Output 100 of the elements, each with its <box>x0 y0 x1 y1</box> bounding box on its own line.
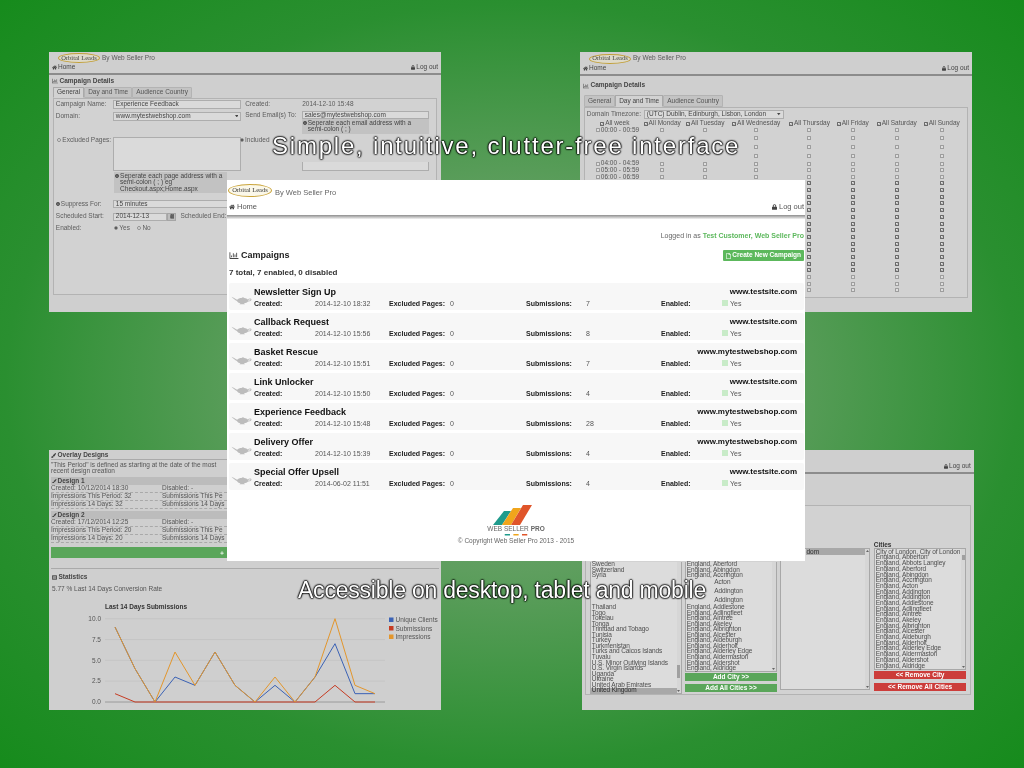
add-design-button[interactable] <box>51 547 227 559</box>
checkbox[interactable] <box>807 214 812 219</box>
checkbox[interactable] <box>939 161 944 166</box>
checkbox[interactable] <box>703 174 708 179</box>
checkbox[interactable] <box>939 188 944 193</box>
checkbox[interactable] <box>754 153 759 158</box>
checkbox[interactable] <box>850 168 855 173</box>
checkbox[interactable] <box>850 281 855 286</box>
scrollbar[interactable] <box>772 561 776 672</box>
radio-button[interactable] <box>136 225 141 230</box>
checkbox[interactable] <box>595 168 600 173</box>
checkbox[interactable] <box>894 174 899 179</box>
checkbox[interactable] <box>807 241 812 246</box>
checkbox[interactable] <box>807 135 812 140</box>
checkbox[interactable] <box>894 168 899 173</box>
checkbox[interactable] <box>939 268 944 273</box>
checkbox[interactable] <box>754 174 759 179</box>
campaign-name[interactable]: Experience Feedback <box>254 407 347 417</box>
checkbox[interactable] <box>595 161 600 166</box>
checkbox[interactable] <box>807 201 812 206</box>
checkbox[interactable] <box>850 288 855 293</box>
checkbox[interactable] <box>894 135 899 140</box>
checkbox[interactable] <box>850 181 855 186</box>
checkbox[interactable] <box>939 254 944 259</box>
checkbox[interactable] <box>876 121 881 126</box>
checkbox[interactable] <box>807 194 812 199</box>
checkbox[interactable] <box>894 214 899 219</box>
checkbox[interactable] <box>850 161 855 166</box>
checkbox[interactable] <box>939 168 944 173</box>
checkbox[interactable] <box>807 188 812 193</box>
checkbox[interactable] <box>807 281 812 286</box>
checkbox[interactable] <box>939 248 944 253</box>
checkbox[interactable] <box>807 208 812 213</box>
checkbox[interactable] <box>939 228 944 233</box>
checkbox[interactable] <box>660 168 665 173</box>
checkbox[interactable] <box>643 121 648 126</box>
checkbox[interactable] <box>807 228 812 233</box>
checkbox[interactable] <box>685 121 690 126</box>
checkbox[interactable] <box>850 188 855 193</box>
checkbox[interactable] <box>850 174 855 179</box>
checkbox[interactable] <box>836 121 841 126</box>
checkbox[interactable] <box>807 268 812 273</box>
checkbox[interactable] <box>939 214 944 219</box>
checkbox[interactable] <box>894 288 899 293</box>
checkbox[interactable] <box>939 288 944 293</box>
checkbox[interactable] <box>894 248 899 253</box>
checkbox[interactable] <box>754 161 759 166</box>
calendar-button[interactable] <box>167 212 177 221</box>
checkbox[interactable] <box>939 261 944 266</box>
checkbox[interactable] <box>850 221 855 226</box>
checkbox[interactable] <box>703 161 708 166</box>
checkbox[interactable] <box>754 128 759 132</box>
checkbox[interactable] <box>939 275 944 280</box>
campaign-name[interactable]: Basket Rescue <box>254 347 319 357</box>
checkbox[interactable] <box>807 128 812 132</box>
checkbox[interactable] <box>894 194 899 199</box>
checkbox[interactable] <box>807 261 812 266</box>
checkbox[interactable] <box>939 153 944 158</box>
checkbox[interactable] <box>660 174 665 179</box>
checkbox[interactable] <box>850 135 855 140</box>
checkbox[interactable] <box>939 135 944 140</box>
checkbox[interactable] <box>703 168 708 173</box>
checkbox[interactable] <box>703 128 708 132</box>
checkbox[interactable] <box>939 144 944 149</box>
checkbox[interactable] <box>894 241 899 246</box>
checkbox[interactable] <box>807 254 812 259</box>
checkbox[interactable] <box>894 188 899 193</box>
checkbox[interactable] <box>807 168 812 173</box>
checkbox[interactable] <box>850 254 855 259</box>
checkbox[interactable] <box>894 254 899 259</box>
checkbox[interactable] <box>894 268 899 273</box>
checkbox[interactable] <box>850 208 855 213</box>
checkbox[interactable] <box>894 228 899 233</box>
checkbox[interactable] <box>850 248 855 253</box>
checkbox[interactable] <box>939 221 944 226</box>
checkbox[interactable] <box>939 201 944 206</box>
checkbox[interactable] <box>850 275 855 280</box>
checkbox[interactable] <box>939 241 944 246</box>
checkbox[interactable] <box>807 181 812 186</box>
checkbox[interactable] <box>788 121 793 126</box>
checkbox[interactable] <box>807 288 812 293</box>
checkbox[interactable] <box>894 144 899 149</box>
checkbox[interactable] <box>894 234 899 239</box>
checkbox[interactable] <box>754 144 759 149</box>
checkbox[interactable] <box>595 128 600 132</box>
checkbox[interactable] <box>923 121 928 126</box>
checkbox[interactable] <box>595 174 600 179</box>
checkbox[interactable] <box>894 201 899 206</box>
campaign-name[interactable]: Special Offer Upsell <box>254 467 340 477</box>
checkbox[interactable] <box>850 194 855 199</box>
checkbox[interactable] <box>807 174 812 179</box>
checkbox[interactable] <box>600 121 605 126</box>
checkbox[interactable] <box>939 281 944 286</box>
checkbox[interactable] <box>807 161 812 166</box>
checkbox[interactable] <box>894 275 899 280</box>
checkbox[interactable] <box>894 261 899 266</box>
checkbox[interactable] <box>894 161 899 166</box>
checkbox[interactable] <box>732 121 737 126</box>
scrollbar-thumb[interactable] <box>677 664 681 678</box>
checkbox[interactable] <box>939 208 944 213</box>
